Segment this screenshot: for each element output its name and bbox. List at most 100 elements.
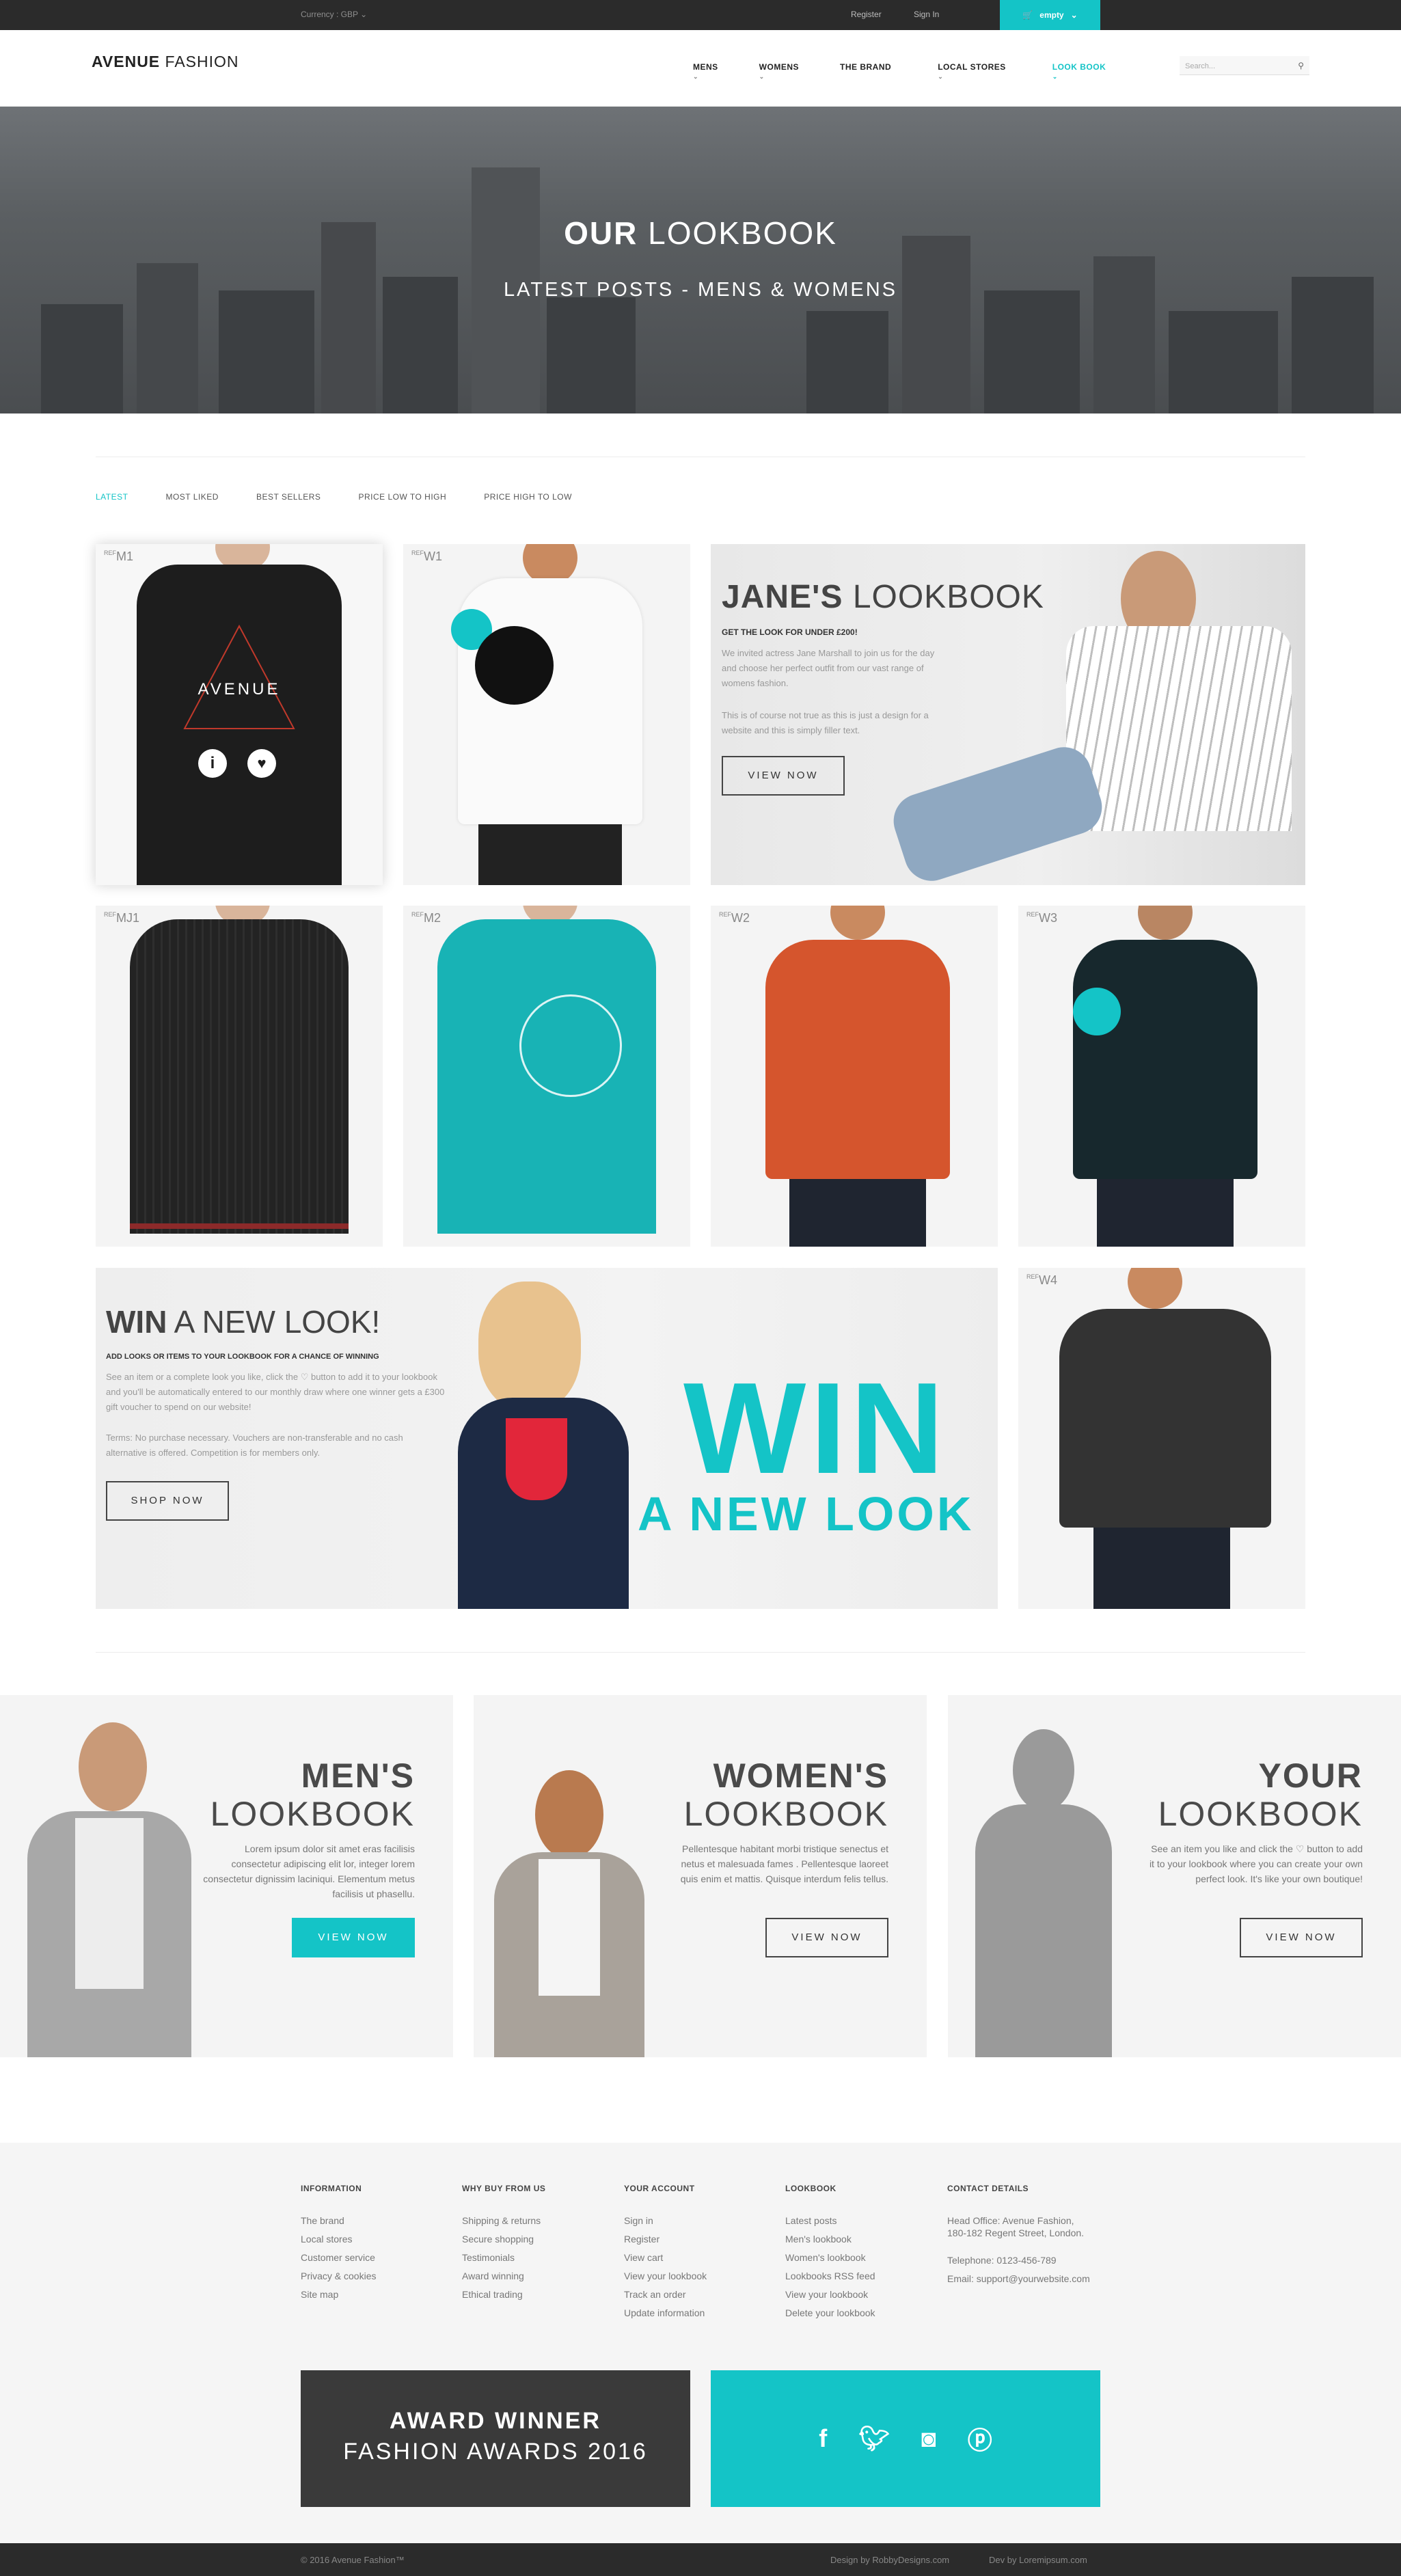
product-tile[interactable]: REFM2 <box>403 906 690 1247</box>
footer-link[interactable]: Award winning <box>462 2270 545 2281</box>
product-tile[interactable]: REFM1 AVENUE i ♥ <box>96 544 383 885</box>
signin-link[interactable]: Sign In <box>914 10 939 19</box>
footer-link[interactable]: View cart <box>624 2252 707 2263</box>
skyline-building <box>806 311 888 413</box>
footer-link[interactable]: Shipping & returns <box>462 2215 545 2226</box>
win-subtitle: ADD LOOKS OR ITEMS TO YOUR LOOKBOOK FOR … <box>106 1353 379 1361</box>
design-credit-link[interactable]: Design by RobbyDesigns.com <box>830 2555 949 2565</box>
filter-price-high-low[interactable]: PRICE HIGH TO LOW <box>484 492 572 502</box>
site-footer: INFORMATION The brand Local stores Custo… <box>0 2143 1401 2543</box>
footer-link[interactable]: Customer service <box>301 2252 376 2263</box>
currency-selector[interactable]: Currency : GBP ⌄ <box>301 10 367 19</box>
footer-link[interactable]: Lookbooks RSS feed <box>785 2270 875 2281</box>
grey-tshirt <box>1059 1309 1271 1528</box>
jeans <box>478 824 622 885</box>
your-view-now-button[interactable]: VIEW NOW <box>1240 1918 1363 1957</box>
footer-link[interactable]: Privacy & cookies <box>301 2270 376 2281</box>
nav-item-the-brand[interactable]: THE BRAND <box>840 62 891 72</box>
model-head <box>79 1722 147 1811</box>
product-tile[interactable]: REFW1 <box>403 544 690 885</box>
filter-tabs: LATEST MOST LIKED BEST SELLERS PRICE LOW… <box>96 492 610 502</box>
mens-view-now-button[interactable]: VIEW NOW <box>292 1918 415 1957</box>
chevron-down-icon: ⌄ <box>1070 10 1078 20</box>
footer-link[interactable]: Secure shopping <box>462 2234 545 2245</box>
footer-link[interactable]: Ethical trading <box>462 2289 545 2300</box>
search-icon[interactable]: ⚲ <box>1298 61 1304 70</box>
filter-best-sellers[interactable]: BEST SELLERS <box>256 492 321 502</box>
footer-link[interactable]: Update information <box>624 2307 707 2318</box>
jumper-hem-stripe <box>130 1223 349 1229</box>
share-icon[interactable] <box>1073 988 1121 1035</box>
white-tshirt <box>75 1818 144 1989</box>
janes-lookbook-banner: JANE'S LOOKBOOK GET THE LOOK FOR UNDER £… <box>711 544 1305 885</box>
footer-link[interactable]: View your lookbook <box>785 2289 875 2300</box>
product-tile[interactable]: REFW3 <box>1018 906 1305 1247</box>
product-ref: REFW4 <box>1026 1273 1057 1287</box>
win-big-line2: A NEW LOOK <box>638 1487 975 1541</box>
twitter-icon[interactable]: 🐦︎ <box>858 2424 890 2453</box>
footer-link[interactable]: Women's lookbook <box>785 2252 875 2263</box>
nav-item-mens[interactable]: MENS ⌄ <box>693 62 718 80</box>
footer-link[interactable]: Men's lookbook <box>785 2234 875 2245</box>
currency-label: Currency : GBP <box>301 10 358 19</box>
footer-link[interactable]: Latest posts <box>785 2215 875 2226</box>
footer-link[interactable]: Site map <box>301 2289 376 2300</box>
footer-link[interactable]: Testimonials <box>462 2252 545 2263</box>
logo[interactable]: AVENUE FASHION <box>92 53 239 71</box>
shop-now-button[interactable]: SHOP NOW <box>106 1481 229 1521</box>
nav-item-look-book[interactable]: LOOK BOOK ⌄ <box>1052 62 1106 80</box>
orange-tshirt <box>765 940 950 1179</box>
footer-link[interactable]: Register <box>624 2234 707 2245</box>
footer-link[interactable]: View your lookbook <box>624 2270 707 2281</box>
footer-link[interactable]: Track an order <box>624 2289 707 2300</box>
white-top <box>539 1859 600 1996</box>
womens-view-now-button[interactable]: VIEW NOW <box>765 1918 888 1957</box>
nav-item-womens[interactable]: WOMENS ⌄ <box>759 62 799 80</box>
hero-subtitle: LATEST POSTS - MENS & WOMENS <box>504 279 897 301</box>
footer-link[interactable]: Sign in <box>624 2215 707 2226</box>
silhouette-head <box>1013 1729 1074 1811</box>
register-link[interactable]: Register <box>851 10 882 19</box>
product-ref: REFW2 <box>719 911 750 925</box>
cart-label: empty <box>1039 10 1064 20</box>
pinterest-icon[interactable]: ⓟ <box>968 2421 992 2456</box>
chevron-down-icon: ⌄ <box>1052 73 1058 80</box>
model-head <box>830 906 885 940</box>
footer-link[interactable]: The brand <box>301 2215 376 2226</box>
womens-lookbook-panel: WOMEN'S LOOKBOOK Pellentesque habitant mo… <box>474 1695 927 2057</box>
silhouette-body <box>975 1804 1112 2057</box>
contact-email[interactable]: Email: support@yourwebsite.com <box>947 2273 1090 2284</box>
instagram-icon[interactable]: ◙ <box>921 2424 936 2453</box>
product-ref: REFW3 <box>1026 911 1057 925</box>
award-line-2: FASHION AWARDS 2016 <box>343 2439 648 2465</box>
heart-icon[interactable]: ♥ <box>247 749 276 778</box>
footer-col-your-account: YOUR ACCOUNT Sign in Register View cart … <box>624 2184 707 2326</box>
filter-price-low-high[interactable]: PRICE LOW TO HIGH <box>358 492 446 502</box>
nav-item-local-stores[interactable]: LOCAL STORES ⌄ <box>938 62 1006 80</box>
chevron-down-icon: ⌄ <box>759 73 765 80</box>
jeans <box>789 1179 926 1247</box>
mens-lookbook-panel: MEN'S LOOKBOOK Lorem ipsum dolor sit amet… <box>0 1695 453 2057</box>
facebook-icon[interactable]: f <box>819 2424 827 2453</box>
top-bar: Currency : GBP ⌄ Register Sign In 🛒 empt… <box>0 0 1401 30</box>
logo-rest: FASHION <box>165 53 239 70</box>
product-tile[interactable]: REFW2 <box>711 906 998 1247</box>
product-tile[interactable]: REFW4 <box>1018 1268 1305 1609</box>
filter-latest[interactable]: LATEST <box>96 492 128 502</box>
model-head <box>1128 1268 1182 1309</box>
filter-most-liked[interactable]: MOST LIKED <box>165 492 218 502</box>
footer-link[interactable]: Local stores <box>301 2234 376 2245</box>
footer-heading: LOOKBOOK <box>785 2184 836 2193</box>
product-tile[interactable]: REFMJ1 <box>96 906 383 1247</box>
site-header: AVENUE FASHION MENS ⌄ WOMENS ⌄ THE BRAND L… <box>0 30 1401 107</box>
footer-col-information: INFORMATION The brand Local stores Custo… <box>301 2184 376 2307</box>
jane-view-now-button[interactable]: VIEW NOW <box>722 756 845 796</box>
search-input[interactable]: Search... ⚲ <box>1180 56 1309 75</box>
win-title: WIN A NEW LOOK! <box>106 1304 381 1340</box>
cart-button[interactable]: 🛒 empty ⌄ <box>1000 0 1100 30</box>
footer-link[interactable]: Delete your lookbook <box>785 2307 875 2318</box>
info-icon[interactable]: i <box>198 749 227 778</box>
dev-credit-link[interactable]: Dev by Loremipsum.com <box>989 2555 1087 2565</box>
win-big-text: WIN <box>683 1356 949 1501</box>
skyline-building <box>902 236 970 413</box>
